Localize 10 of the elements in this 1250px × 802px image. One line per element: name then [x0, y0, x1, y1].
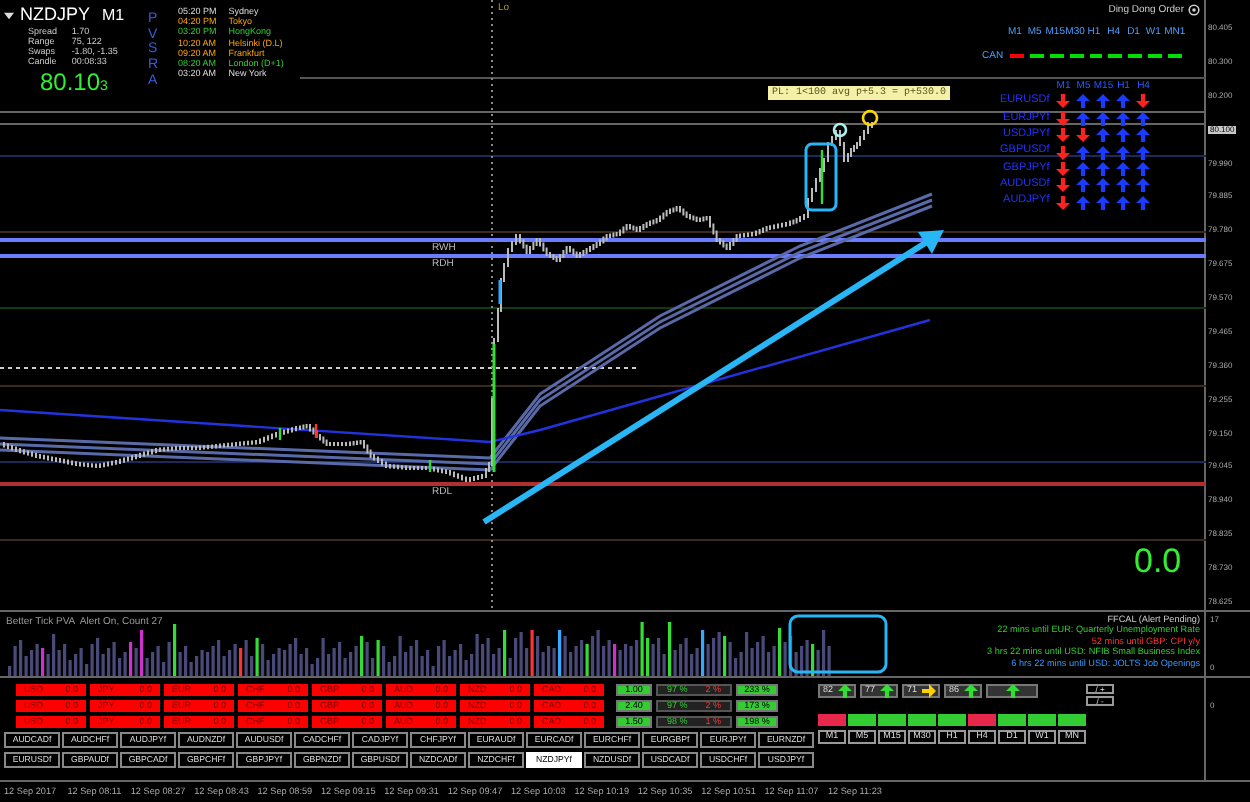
settings-icon[interactable]	[1188, 4, 1200, 16]
ring-marker	[861, 109, 879, 127]
dropdown-triangle-icon[interactable]	[4, 11, 14, 19]
bid-price: 80.10	[40, 69, 101, 93]
timeframe-label: M1	[102, 7, 125, 23]
highlight-frame	[804, 142, 838, 212]
highlight-frame	[788, 614, 888, 674]
symbol-name: NZDJPY	[20, 6, 91, 24]
profit-value: 0.0	[1134, 544, 1182, 578]
ring-marker	[832, 122, 848, 138]
